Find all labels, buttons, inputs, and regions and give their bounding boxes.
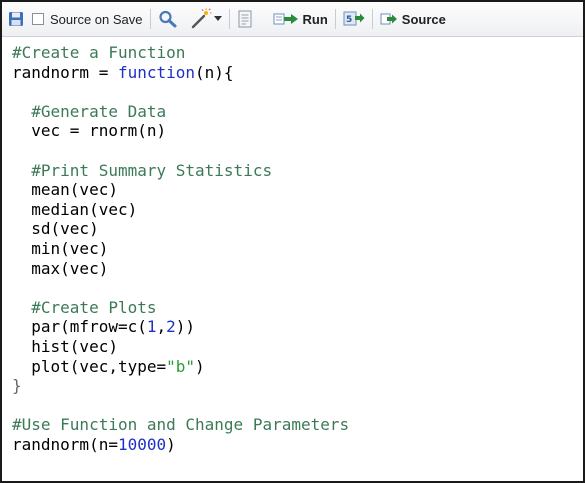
run-label: Run	[302, 11, 328, 27]
document-outline-button[interactable]	[237, 6, 253, 32]
code-line[interactable]: randnorm(n=10000)	[12, 435, 583, 455]
toolbar-divider	[149, 9, 151, 29]
code-comment: #Generate Data	[31, 101, 167, 121]
save-button[interactable]	[8, 6, 24, 32]
code-line[interactable]: #Use Function and Change Parameters	[12, 415, 583, 435]
editor-toolbar: Source on Save Run 5 Source	[2, 2, 583, 37]
source-label: Source	[401, 11, 446, 27]
code-token: 1	[146, 317, 157, 337]
code-line[interactable]: plot(vec,type="b")	[12, 357, 583, 377]
source-on-save-checkbox[interactable]	[32, 13, 44, 25]
code-token: median(vec)	[12, 199, 138, 219]
code-line[interactable]: hist(vec)	[12, 337, 583, 357]
toolbar-divider	[334, 9, 336, 29]
code-line[interactable]: par(mfrow=c(1,2))	[12, 317, 583, 337]
code-tools-button[interactable]	[190, 6, 222, 32]
code-line[interactable]	[12, 396, 583, 416]
chevron-down-icon[interactable]	[213, 16, 222, 22]
rerun-button[interactable]: 5	[343, 6, 365, 32]
code-comment: #Print Summary Statistics	[31, 160, 273, 180]
code-token: vec = rnorm(n)	[12, 121, 167, 141]
code-comment: #Use Function and Change Parameters	[12, 415, 350, 435]
code-token: randnorm =	[12, 62, 118, 82]
rerun-icon: 5	[343, 10, 365, 28]
code-line[interactable]: sd(vec)	[12, 219, 583, 239]
code-line[interactable]: max(vec)	[12, 259, 583, 279]
find-replace-button[interactable]	[158, 6, 178, 32]
code-line[interactable]: randnorm = function(n){	[12, 63, 583, 83]
code-line[interactable]	[12, 278, 583, 298]
document-outline-icon	[237, 10, 253, 28]
code-line[interactable]: }	[12, 376, 583, 396]
code-editor[interactable]: #Create a Function randnorm = function(n)…	[2, 37, 583, 481]
source-arrow-icon	[380, 12, 398, 26]
code-token: ,	[156, 317, 167, 337]
code-line[interactable]: #Generate Data	[12, 102, 583, 122]
code-line[interactable]: vec = rnorm(n)	[12, 121, 583, 141]
code-tools-wand-icon	[190, 8, 212, 30]
svg-text:5: 5	[346, 15, 352, 25]
toolbar-divider	[228, 9, 230, 29]
source-editor-pane: Source on Save Run 5 Source #Create a Fu…	[0, 0, 585, 483]
code-line[interactable]: #Create a Function	[12, 43, 583, 63]
code-line[interactable]: #Print Summary Statistics	[12, 161, 583, 181]
run-arrow-icon	[273, 12, 299, 26]
save-floppy-icon	[8, 11, 24, 27]
source-on-save-toggle[interactable]: Source on Save	[32, 6, 143, 32]
code-token: }	[12, 376, 22, 396]
run-button[interactable]: Run	[273, 6, 328, 32]
code-token: )	[195, 356, 205, 376]
source-on-save-label: Source on Save	[50, 11, 143, 27]
code-comment: #Create a Function	[12, 43, 186, 62]
code-line[interactable]: median(vec)	[12, 200, 583, 220]
code-token: function	[117, 62, 196, 82]
code-token: hist(vec)	[12, 336, 118, 356]
code-token: sd(vec)	[12, 219, 99, 239]
code-token: min(vec)	[12, 238, 109, 258]
toolbar-divider	[371, 9, 373, 29]
code-token: )	[166, 434, 176, 454]
code-line[interactable]: min(vec)	[12, 239, 583, 259]
code-token: (n){	[195, 62, 234, 82]
code-line[interactable]: #Create Plots	[12, 298, 583, 318]
code-comment: #Create Plots	[31, 297, 157, 317]
code-token: 10000	[117, 434, 167, 454]
source-button[interactable]: Source	[380, 6, 446, 32]
code-token: randnorm(n=	[12, 434, 118, 454]
code-line[interactable]: mean(vec)	[12, 180, 583, 200]
code-token: "b"	[166, 356, 196, 376]
search-magnifier-icon	[158, 10, 178, 28]
code-token: mean(vec)	[12, 180, 118, 200]
code-token: 2	[166, 317, 176, 337]
code-token: plot(vec,type=	[12, 356, 167, 376]
code-token: ))	[175, 317, 196, 337]
code-token: max(vec)	[12, 258, 109, 278]
code-token: par(mfrow=c(	[12, 317, 147, 337]
code-line[interactable]	[12, 141, 583, 161]
code-line[interactable]	[12, 82, 583, 102]
